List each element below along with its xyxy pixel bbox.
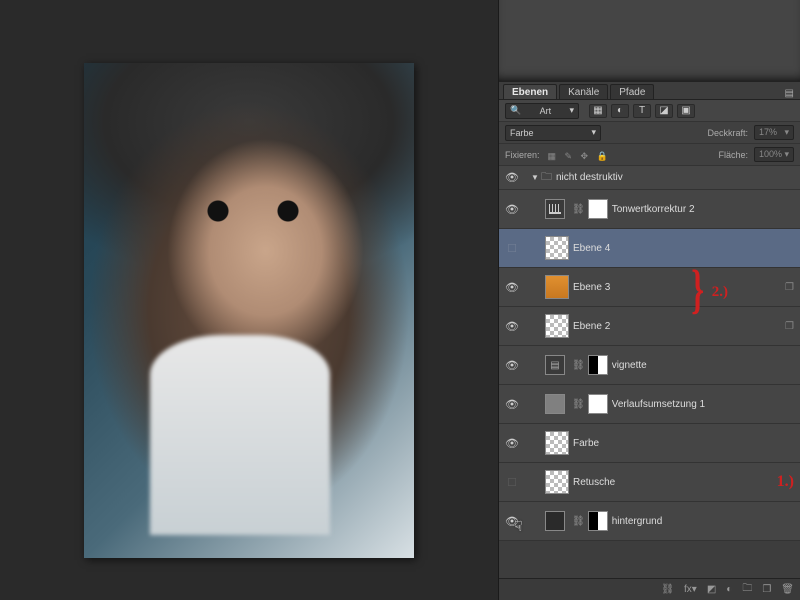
mask-icon[interactable]: ◩: [707, 584, 716, 595]
layer-row[interactable]: 👁 Ebene 3 ❐: [499, 268, 800, 307]
lock-pixels-icon[interactable]: ✎: [564, 151, 572, 161]
filter-label: Art: [540, 106, 552, 116]
copy-badge-icon: ❐: [785, 282, 794, 293]
layers-panel: Ebenen Kanäle Pfade ▤ 🔍 Art ▾ ▦ ◐ T ◪ ▣ …: [498, 0, 800, 600]
filter-icons: ▦ ◐ T ◪ ▣: [589, 104, 695, 118]
layer-name[interactable]: hintergrund: [612, 516, 794, 527]
layer-row[interactable]: 👁 Ebene 2 ❐: [499, 307, 800, 346]
lock-label: Fixieren:: [505, 150, 540, 160]
fill-value[interactable]: 100%▾: [754, 147, 794, 162]
visibility-toggle[interactable]: 👁: [503, 203, 521, 216]
folder-icon: 🗀: [541, 168, 552, 187]
visibility-toggle[interactable]: 👁: [503, 359, 521, 372]
layer-row[interactable]: 👁 ⛓ Tonwertkorrektur 2: [499, 190, 800, 229]
layer-group-row[interactable]: 👁 ▼ 🗀 nicht destruktiv: [499, 166, 800, 190]
canvas-area: [0, 0, 498, 600]
lock-icons: ▦ ✎ ✥ 🔒: [546, 146, 610, 164]
tab-paths[interactable]: Pfade: [610, 84, 654, 99]
layer-name[interactable]: Ebene 2: [573, 321, 781, 332]
layer-name[interactable]: vignette: [612, 360, 794, 371]
layer-name[interactable]: Verlaufsumsetzung 1: [612, 399, 794, 410]
layer-name[interactable]: Retusche: [573, 477, 771, 488]
tab-channels[interactable]: Kanäle: [559, 84, 608, 99]
fill-label: Fläche:: [718, 150, 748, 160]
layer-filter-row: 🔍 Art ▾ ▦ ◐ T ◪ ▣: [499, 100, 800, 122]
link-icon[interactable]: ⛓: [572, 399, 585, 410]
layer-thumb[interactable]: [545, 236, 569, 260]
blend-mode-select[interactable]: Farbe ▾: [505, 125, 601, 141]
chevron-down-icon: ▾: [569, 105, 574, 116]
panel-menu-icon[interactable]: ▤: [785, 88, 794, 99]
filter-adjust-icon[interactable]: ◐: [611, 104, 629, 118]
adjustment-thumb[interactable]: ▤: [545, 355, 565, 375]
adjustment-thumb[interactable]: [545, 394, 565, 414]
copy-badge-icon: ❐: [785, 321, 794, 332]
link-layers-icon[interactable]: ⛓: [661, 584, 674, 595]
layer-thumb[interactable]: [545, 431, 569, 455]
layer-filter-select[interactable]: 🔍 Art ▾: [505, 103, 579, 119]
layer-thumb[interactable]: [545, 511, 565, 531]
filter-shape-icon[interactable]: ◪: [655, 104, 673, 118]
lock-transparency-icon[interactable]: ▦: [548, 151, 557, 161]
mask-thumb[interactable]: [588, 511, 608, 531]
filter-smart-icon[interactable]: ▣: [677, 104, 695, 118]
lock-fill-row: Fixieren: ▦ ✎ ✥ 🔒 Fläche: 100%▾: [499, 144, 800, 166]
search-icon: 🔍: [510, 105, 521, 116]
layer-row[interactable]: 👁 ▤ ⛓ vignette: [499, 346, 800, 385]
lock-position-icon[interactable]: ✥: [580, 151, 588, 161]
document-image[interactable]: [84, 63, 414, 558]
layer-thumb[interactable]: [545, 275, 569, 299]
visibility-toggle[interactable]: 👁: [503, 515, 521, 528]
annotation-text: 1.): [777, 473, 794, 491]
link-icon[interactable]: ⛓: [572, 204, 585, 215]
opacity-label: Deckkraft:: [707, 128, 748, 138]
lock-all-icon[interactable]: 🔒: [596, 151, 607, 161]
filter-pixel-icon[interactable]: ▦: [589, 104, 607, 118]
filter-type-icon[interactable]: T: [633, 104, 651, 118]
adjustment-thumb[interactable]: [545, 199, 565, 219]
layer-name[interactable]: Ebene 4: [573, 243, 794, 254]
delete-icon[interactable]: 🗑: [781, 584, 794, 595]
visibility-toggle[interactable]: 👁: [503, 320, 521, 333]
adjustment-icon[interactable]: ◐: [726, 584, 732, 595]
mask-thumb[interactable]: [588, 355, 608, 375]
group-icon[interactable]: 🗀: [742, 581, 752, 598]
mask-thumb[interactable]: [588, 199, 608, 219]
link-icon[interactable]: ⛓: [572, 360, 585, 371]
layer-row[interactable]: 👁 Farbe: [499, 424, 800, 463]
visibility-toggle[interactable]: 👁: [503, 281, 521, 294]
mask-thumb[interactable]: [588, 394, 608, 414]
tab-layers[interactable]: Ebenen: [503, 84, 557, 99]
layer-thumb[interactable]: [545, 470, 569, 494]
blend-mode-value: Farbe: [510, 128, 534, 138]
blend-opacity-row: Farbe ▾ Deckkraft: 17%▾: [499, 122, 800, 144]
layer-row[interactable]: ☐ Retusche 1.): [499, 463, 800, 502]
visibility-toggle[interactable]: ☐: [503, 476, 521, 489]
opacity-value[interactable]: 17%▾: [754, 125, 794, 140]
collapsed-panel-above: [499, 0, 800, 82]
visibility-toggle[interactable]: 👁: [503, 171, 521, 184]
visibility-toggle[interactable]: ☐: [503, 242, 521, 255]
layers-list: 👁 ▼ 🗀 nicht destruktiv 👁 ⛓ Tonwertkorrek…: [499, 166, 800, 541]
folder-disclosure-icon[interactable]: ▼: [531, 173, 541, 182]
layers-bottom-toolbar: ⛓ fx▾ ◩ ◐ 🗀 ❐ 🗑: [499, 578, 800, 600]
visibility-toggle[interactable]: 👁: [503, 437, 521, 450]
layer-name[interactable]: Tonwertkorrektur 2: [612, 204, 794, 215]
layer-name[interactable]: Farbe: [573, 438, 794, 449]
link-icon[interactable]: ⛓: [572, 516, 585, 527]
layer-row[interactable]: 👁 ⛓ Verlaufsumsetzung 1: [499, 385, 800, 424]
layer-row[interactable]: 👁 ⛓ hintergrund: [499, 502, 800, 541]
layer-name[interactable]: Ebene 3: [573, 282, 781, 293]
layer-row[interactable]: ☐ Ebene 4: [499, 229, 800, 268]
fx-icon[interactable]: fx▾: [684, 584, 697, 595]
new-layer-icon[interactable]: ❐: [762, 584, 771, 595]
visibility-toggle[interactable]: 👁: [503, 398, 521, 411]
layer-name[interactable]: nicht destruktiv: [556, 172, 794, 183]
chevron-down-icon: ▾: [591, 127, 596, 138]
layer-thumb[interactable]: [545, 314, 569, 338]
panel-tabs: Ebenen Kanäle Pfade ▤: [499, 82, 800, 100]
